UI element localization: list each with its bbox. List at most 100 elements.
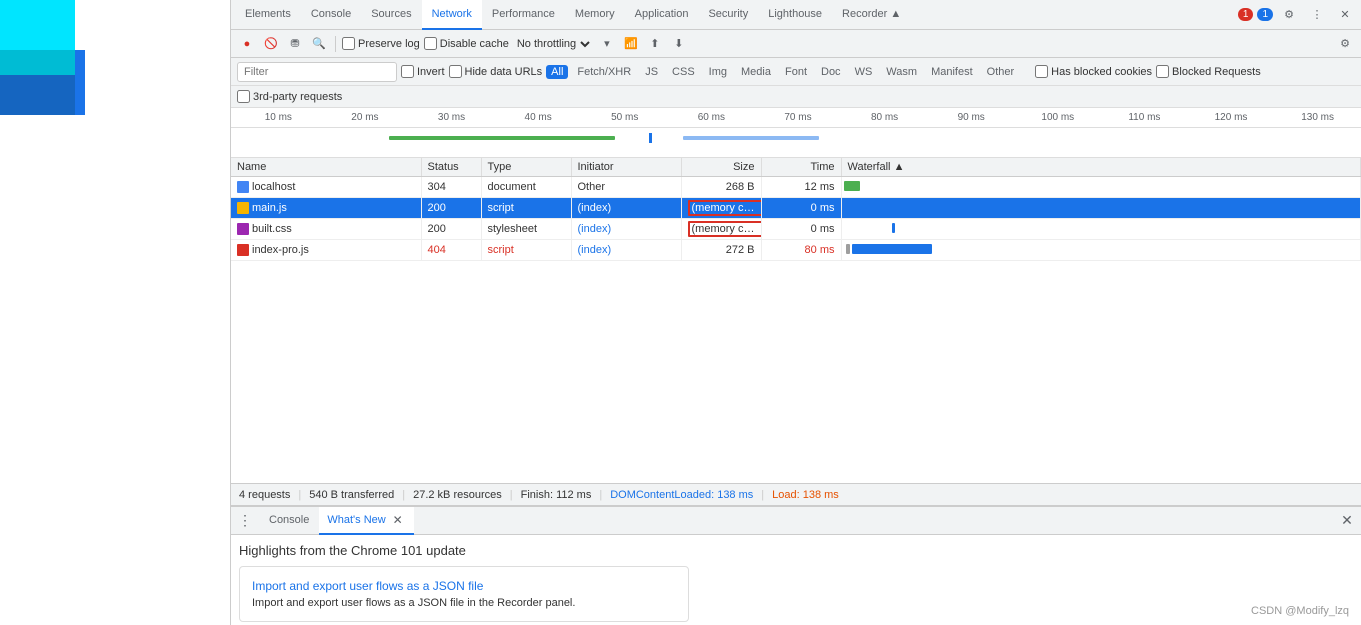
- tab-bar: Elements Console Sources Network Perform…: [231, 0, 1361, 30]
- col-header-name[interactable]: Name: [231, 158, 421, 177]
- col-header-size[interactable]: Size: [681, 158, 761, 177]
- blocked-requests-checkbox[interactable]: Blocked Requests: [1156, 65, 1261, 78]
- tab-network[interactable]: Network: [422, 0, 482, 30]
- status-dom-content: DOMContentLoaded: 138 ms: [610, 489, 753, 501]
- cell-waterfall: [841, 177, 1361, 198]
- timeline-mark-2: 20 ms: [322, 112, 409, 123]
- status-sep-4: |: [599, 489, 602, 501]
- memory-cache-highlight: (memory cache): [688, 221, 762, 237]
- tab-performance[interactable]: Performance: [482, 0, 565, 30]
- filter-type-fetch[interactable]: Fetch/XHR: [572, 65, 636, 79]
- tab-elements[interactable]: Elements: [235, 0, 301, 30]
- filter-type-wasm[interactable]: Wasm: [881, 65, 922, 79]
- status-sep-5: |: [761, 489, 764, 501]
- cell-time: 0 ms: [761, 198, 841, 219]
- filter-type-doc[interactable]: Doc: [816, 65, 846, 79]
- throttle-select[interactable]: No throttling: [513, 37, 593, 51]
- has-blocked-cookies-checkbox[interactable]: Has blocked cookies: [1035, 65, 1152, 78]
- preserve-log-checkbox[interactable]: Preserve log: [342, 37, 420, 50]
- timeline-bars: [231, 128, 1361, 158]
- throttle-dropdown[interactable]: ▾: [597, 34, 617, 54]
- table-row[interactable]: localhost304documentOther268 B12 ms: [231, 177, 1361, 198]
- col-header-time[interactable]: Time: [761, 158, 841, 177]
- wifi-icon[interactable]: 📶: [621, 34, 641, 54]
- filter-type-ws[interactable]: WS: [850, 65, 878, 79]
- status-requests: 4 requests: [239, 489, 290, 501]
- cell-waterfall: [841, 240, 1361, 261]
- cell-size: (memory cache): [681, 219, 761, 240]
- cell-type: stylesheet: [481, 219, 571, 240]
- invert-checkbox[interactable]: Invert: [401, 65, 445, 78]
- filter-type-media[interactable]: Media: [736, 65, 776, 79]
- timeline-mark-12: 120 ms: [1188, 112, 1275, 123]
- cell-status: 200: [421, 219, 481, 240]
- bottom-panel-close-button[interactable]: ✕: [1337, 511, 1357, 531]
- info-badge: 1: [1257, 8, 1273, 21]
- status-load: Load: 138 ms: [772, 489, 839, 501]
- tab-recorder[interactable]: Recorder ▲: [832, 0, 911, 30]
- cell-status: 200: [421, 198, 481, 219]
- filter-input[interactable]: [237, 62, 397, 82]
- download-icon[interactable]: ⬇: [669, 34, 689, 54]
- upload-icon[interactable]: ⬆: [645, 34, 665, 54]
- third-party-bar: 3rd-party requests: [231, 86, 1361, 108]
- status-transferred: 540 B transferred: [309, 489, 394, 501]
- disable-cache-checkbox[interactable]: Disable cache: [424, 37, 509, 50]
- timeline-mark-3: 30 ms: [408, 112, 495, 123]
- cell-name: localhost: [231, 177, 421, 198]
- whats-new-link[interactable]: Import and export user flows as a JSON f…: [252, 579, 483, 593]
- cell-initiator: Other: [571, 177, 681, 198]
- timeline-area: 10 ms 20 ms 30 ms 40 ms 50 ms 60 ms 70 m…: [231, 108, 1361, 158]
- timeline-bar-load: [683, 136, 819, 140]
- tab-lighthouse[interactable]: Lighthouse: [758, 0, 832, 30]
- cell-status: 304: [421, 177, 481, 198]
- col-header-type[interactable]: Type: [481, 158, 571, 177]
- timeline-mark-9: 90 ms: [928, 112, 1015, 123]
- search-button[interactable]: 🔍: [309, 34, 329, 54]
- cell-size: (memory cache): [681, 198, 761, 219]
- tab-application[interactable]: Application: [625, 0, 699, 30]
- cell-size: 268 B: [681, 177, 761, 198]
- filter-type-font[interactable]: Font: [780, 65, 812, 79]
- clear-button[interactable]: 🚫: [261, 34, 281, 54]
- filter-type-css[interactable]: CSS: [667, 65, 700, 79]
- wf-bar-green: [844, 181, 860, 191]
- record-button[interactable]: ●: [237, 34, 257, 54]
- third-party-checkbox[interactable]: 3rd-party requests: [237, 90, 342, 103]
- filter-type-js[interactable]: JS: [640, 65, 663, 79]
- bottom-menu-button[interactable]: ⋮: [235, 511, 255, 531]
- wf-bar-css: [892, 223, 895, 233]
- timeline-mark-10: 100 ms: [1014, 112, 1101, 123]
- table-row[interactable]: index-pro.js404script(index)272 B80 ms: [231, 240, 1361, 261]
- col-header-initiator[interactable]: Initiator: [571, 158, 681, 177]
- tab-console[interactable]: Console: [301, 0, 361, 30]
- cell-type: document: [481, 177, 571, 198]
- network-settings-button[interactable]: ⚙: [1335, 34, 1355, 54]
- cell-name: built.css: [231, 219, 421, 240]
- table-header-row: Name Status Type Initiator Size Time Wat…: [231, 158, 1361, 177]
- more-options-button[interactable]: ⋮: [1305, 3, 1329, 27]
- hide-data-urls-checkbox[interactable]: Hide data URLs: [449, 65, 543, 78]
- filter-type-manifest[interactable]: Manifest: [926, 65, 978, 79]
- table-row[interactable]: built.css200stylesheet(index)(memory cac…: [231, 219, 1361, 240]
- bottom-tab-console[interactable]: Console: [261, 507, 317, 535]
- tab-memory[interactable]: Memory: [565, 0, 625, 30]
- filter-type-all[interactable]: All: [546, 65, 568, 79]
- highlight-box: Import and export user flows as a JSON f…: [239, 566, 689, 622]
- filter-type-img[interactable]: Img: [704, 65, 732, 79]
- tab-security[interactable]: Security: [698, 0, 758, 30]
- whats-new-close-button[interactable]: ✕: [390, 512, 406, 528]
- filter-type-other[interactable]: Other: [982, 65, 1020, 79]
- filter-toggle[interactable]: ⛃: [285, 34, 305, 54]
- timeline-bar-blue: [649, 133, 652, 143]
- bottom-tab-whats-new[interactable]: What's New ✕: [319, 507, 413, 535]
- table-row[interactable]: main.js200script(index)(memory cache)0 m…: [231, 198, 1361, 219]
- cell-time: 12 ms: [761, 177, 841, 198]
- settings-button[interactable]: ⚙: [1277, 3, 1301, 27]
- separator-1: [335, 36, 336, 52]
- tab-sources[interactable]: Sources: [361, 0, 421, 30]
- col-header-waterfall[interactable]: Waterfall ▲: [841, 158, 1361, 177]
- close-button[interactable]: ✕: [1333, 3, 1357, 27]
- col-header-status[interactable]: Status: [421, 158, 481, 177]
- color-cyan: [0, 0, 75, 50]
